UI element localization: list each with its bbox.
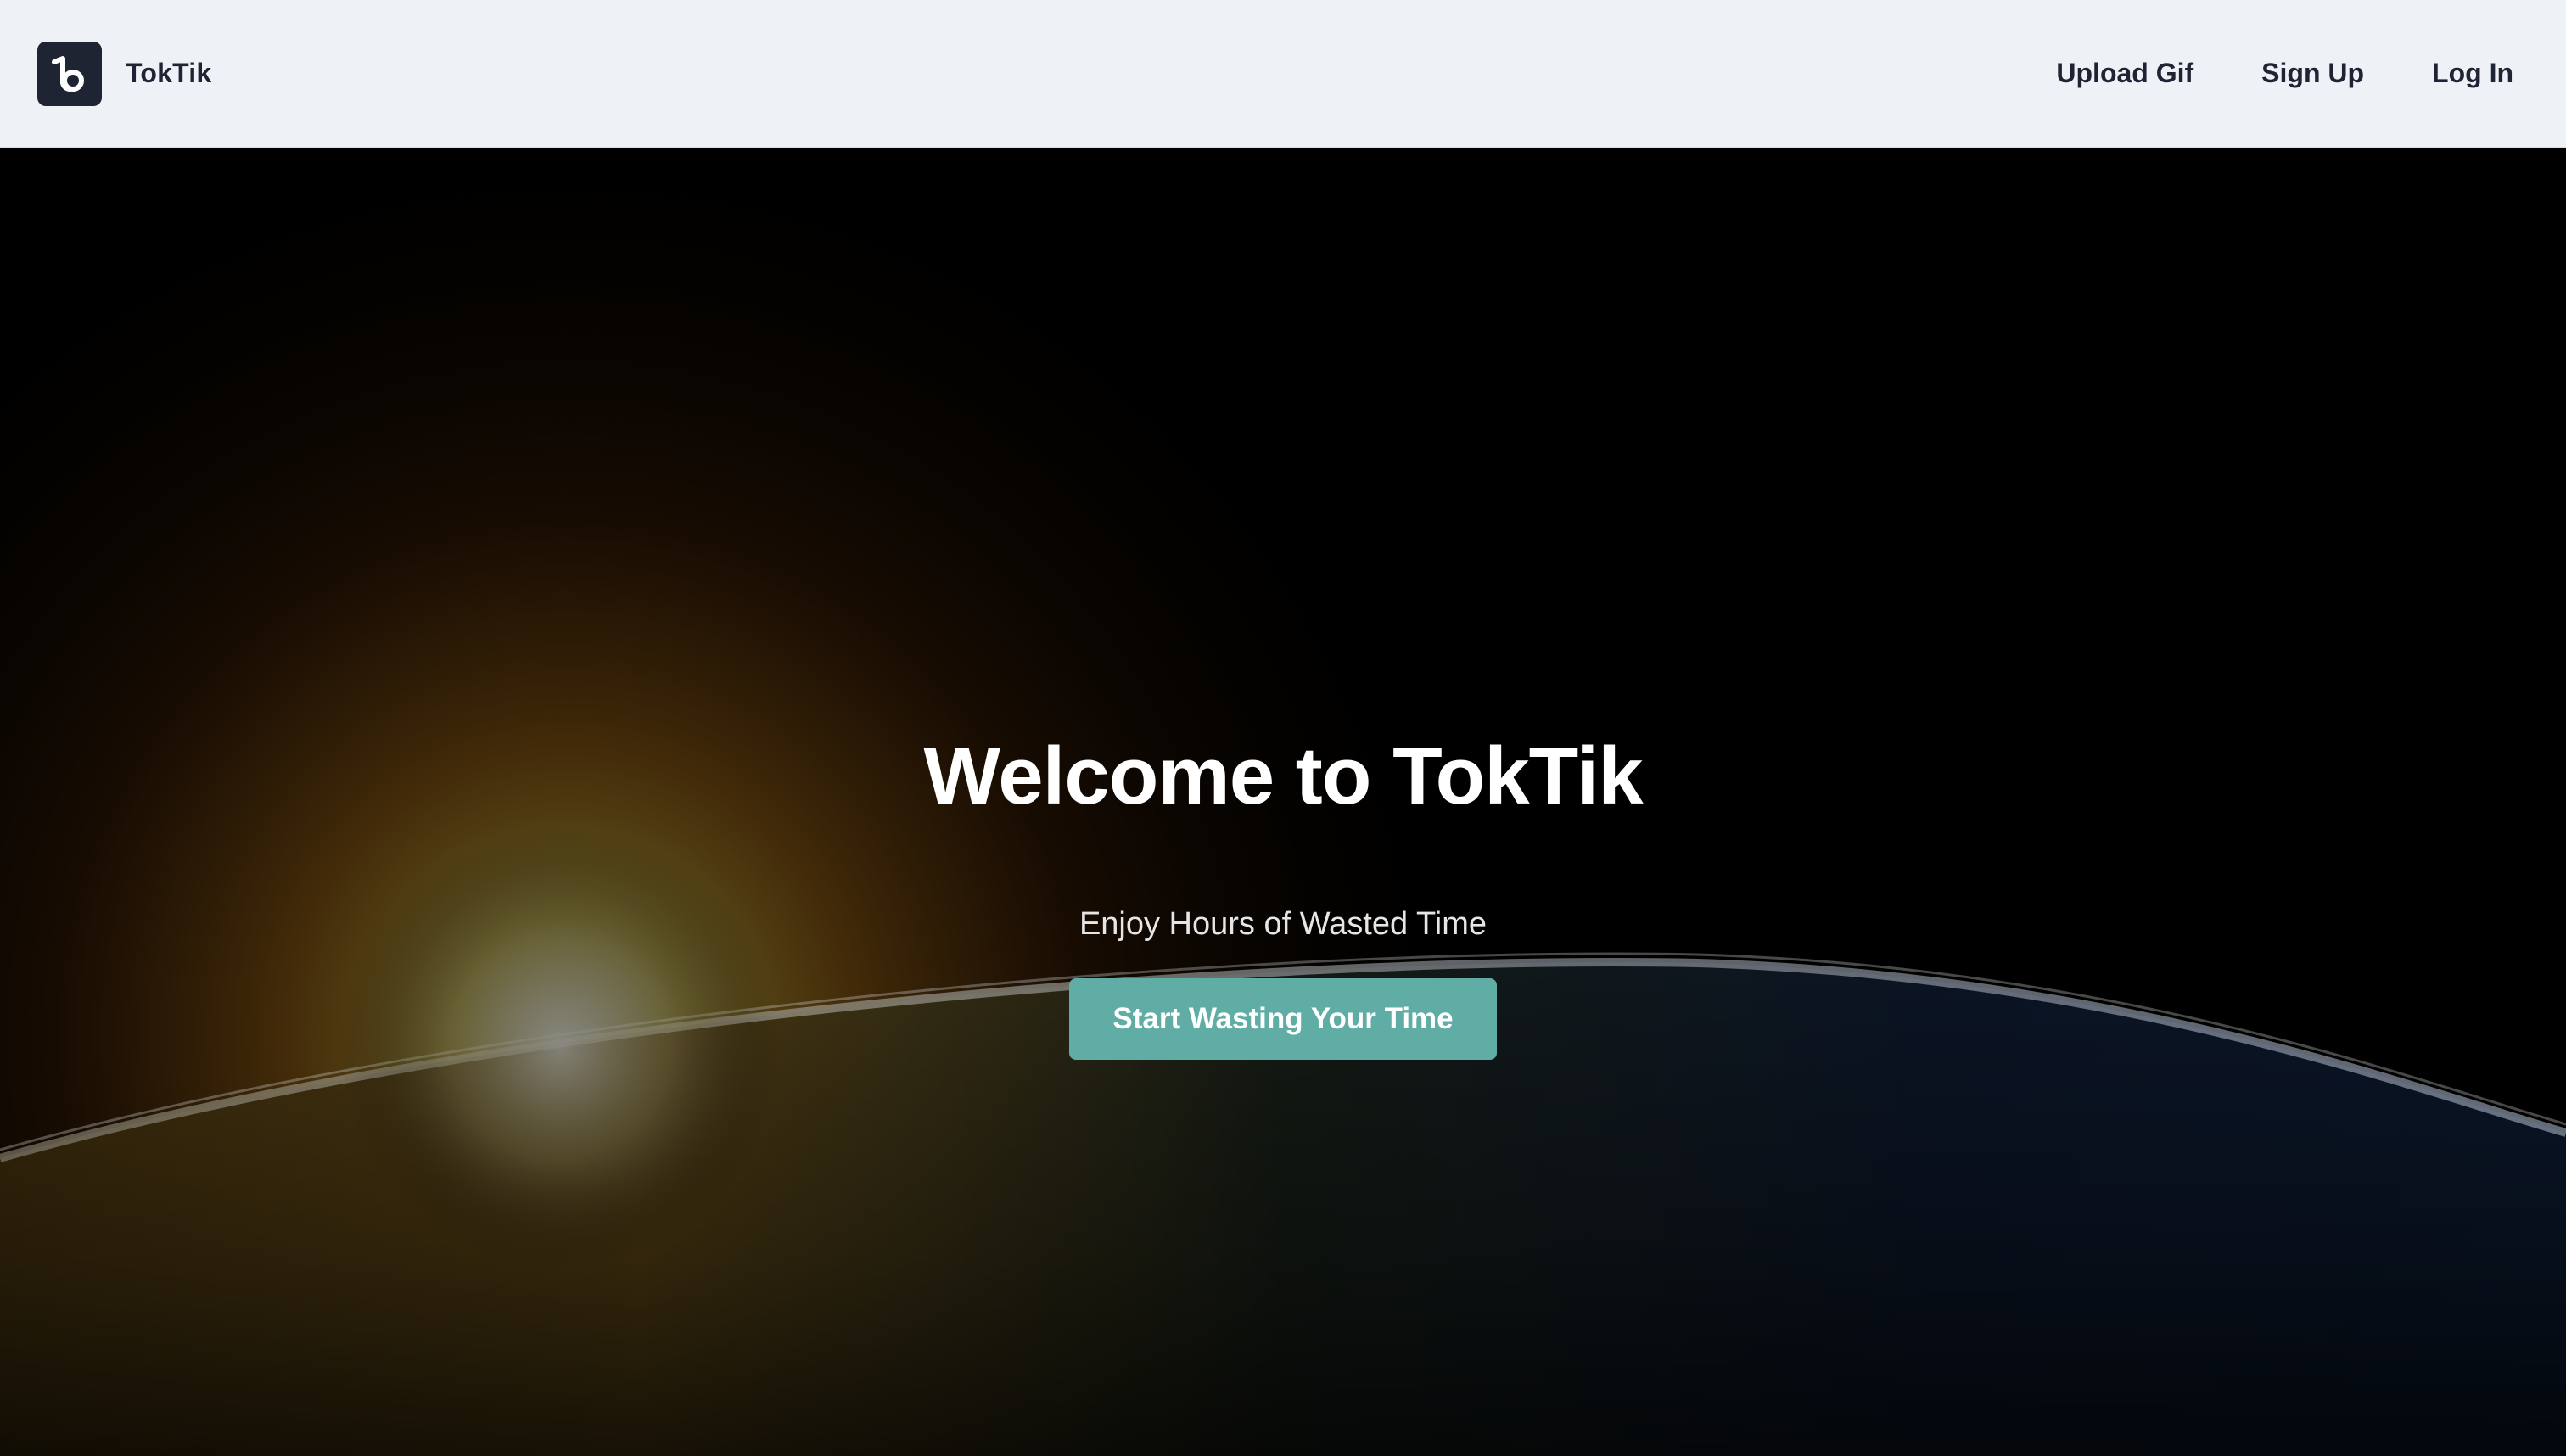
hero-title: Welcome to TokTik [923,731,1643,821]
tiktok-style-logo-icon [52,55,84,92]
upload-gif-link[interactable]: Upload Gif [2056,58,2193,89]
sign-up-link[interactable]: Sign Up [2261,58,2364,89]
hero-content: Welcome to TokTik Enjoy Hours of Wasted … [0,148,2566,1456]
start-wasting-time-button[interactable]: Start Wasting Your Time [1069,978,1497,1061]
brand-name: TokTik [126,58,212,88]
page: TokTik Upload Gif Sign Up Log In Welcome… [0,0,2566,1456]
nav-links: Upload Gif Sign Up Log In [2056,58,2513,89]
log-in-link[interactable]: Log In [2432,58,2513,89]
hero-section: Welcome to TokTik Enjoy Hours of Wasted … [0,148,2566,1456]
logo-icon[interactable] [37,41,102,106]
hero-subtitle: Enjoy Hours of Wasted Time [1079,906,1487,943]
navbar: TokTik Upload Gif Sign Up Log In [0,0,2566,148]
brand[interactable]: TokTik [37,41,212,106]
